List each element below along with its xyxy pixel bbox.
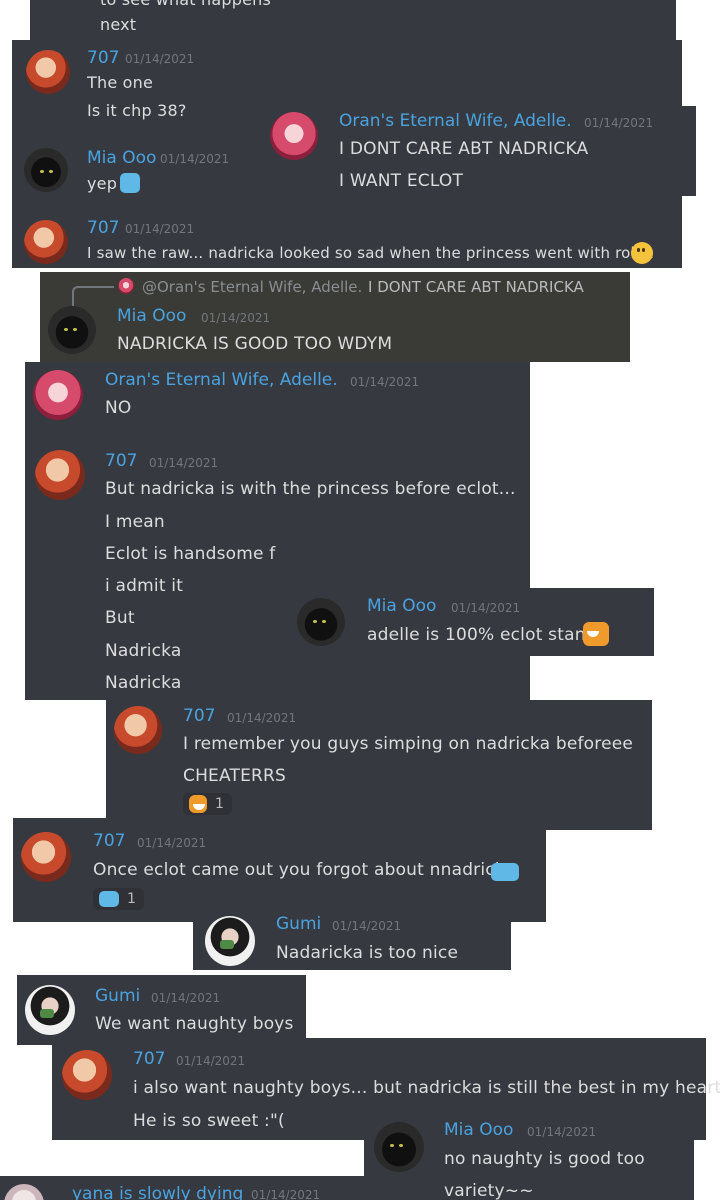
timestamp: 01/14/2021	[160, 152, 230, 166]
avatar[interactable]	[114, 706, 162, 754]
message-line: I mean	[105, 512, 165, 532]
avatar[interactable]	[24, 148, 68, 192]
timestamp: 01/14/2021	[151, 991, 221, 1005]
message-line: variety~~	[444, 1181, 534, 1201]
message-line: We want naughty boys	[95, 1014, 294, 1034]
avatar[interactable]	[62, 1050, 112, 1100]
timestamp: 01/14/2021	[332, 919, 402, 933]
username[interactable]: yana is slowly dying	[72, 1184, 243, 1200]
avatar[interactable]	[297, 598, 345, 646]
timestamp: 01/14/2021	[451, 601, 521, 615]
avatar[interactable]	[374, 1122, 424, 1172]
avatar[interactable]	[24, 220, 68, 264]
message-snippet-top: to see what happens next	[30, 0, 676, 40]
message-line: Once eclot came out you forgot about nna…	[93, 860, 516, 880]
reaction-count: 1	[127, 891, 136, 907]
message-line: i admit it	[105, 576, 184, 596]
message-snippet-adelle-dont-care: Oran's Eternal Wife, Adelle. 01/14/2021 …	[260, 106, 696, 196]
avatar[interactable]	[48, 306, 96, 354]
message-line: to see what happens	[100, 0, 271, 9]
message-line: next	[100, 15, 137, 34]
timestamp: 01/14/2021	[251, 1188, 321, 1200]
avatar[interactable]	[35, 450, 85, 500]
laughing-pepe-icon	[189, 795, 207, 813]
message-line: CHEATERRS	[183, 766, 287, 786]
reaction-pill[interactable]: 1	[93, 888, 144, 910]
message-snippet-gumi-nice: Gumi 01/14/2021 Nadaricka is too nice	[193, 910, 511, 970]
message-line: i also want naughty boys... but nadricka…	[133, 1078, 720, 1098]
message-line: Nadaricka is too nice	[276, 943, 459, 963]
avatar[interactable]	[4, 1184, 44, 1200]
username[interactable]: 707	[87, 48, 119, 68]
username[interactable]: Gumi	[276, 914, 321, 934]
timestamp: 01/14/2021	[176, 1054, 246, 1068]
avatar[interactable]	[26, 50, 70, 94]
slightly-frowning-face-icon	[631, 242, 653, 264]
timestamp: 01/14/2021	[125, 52, 195, 66]
reaction-count: 1	[215, 796, 224, 812]
avatar[interactable]	[33, 370, 83, 420]
message-line: I WANT ECLOT	[339, 171, 464, 191]
timestamp: 01/14/2021	[201, 311, 271, 325]
avatar[interactable]	[25, 985, 75, 1035]
message-line: I saw the raw... nadricka looked so sad …	[87, 244, 655, 262]
username[interactable]: Mia Ooo	[87, 148, 156, 168]
message-snippet-707-cheaters: 707 01/14/2021 I remember you guys simpi…	[106, 700, 652, 830]
message-line: NADRICKA IS GOOD TOO WDYM	[117, 334, 393, 354]
avatar[interactable]	[270, 112, 318, 160]
username[interactable]: 707	[87, 218, 119, 238]
blue-emote-icon	[99, 891, 119, 907]
message-line: Nadricka	[105, 673, 182, 693]
username[interactable]: 707	[93, 831, 125, 851]
timestamp: 01/14/2021	[584, 116, 654, 130]
message-line: Eclot is handsome f	[105, 544, 276, 564]
message-snippet-mia-stan: Mia Ooo 01/14/2021 adelle is 100% eclot …	[287, 588, 654, 656]
timestamp: 01/14/2021	[149, 456, 219, 470]
laughing-pepe-icon	[583, 622, 609, 646]
message-line: I DONT CARE ABT NADRICKA	[339, 139, 589, 159]
username[interactable]: Mia Ooo	[117, 306, 186, 326]
message-line: Is it chp 38?	[87, 101, 187, 120]
timestamp: 01/14/2021	[137, 836, 207, 850]
avatar[interactable]	[205, 916, 255, 966]
message-snippet-gumi-naughty: Gumi 01/14/2021 We want naughty boys	[17, 975, 306, 1045]
message-line: The one	[87, 73, 154, 92]
blue-emote-icon	[120, 173, 140, 193]
username[interactable]: Mia Ooo	[367, 596, 436, 616]
message-line: Nadricka	[105, 641, 182, 661]
message-snippet-reply: @Oran's Eternal Wife, Adelle. I DONT CAR…	[40, 272, 630, 362]
blue-emote-icon	[491, 863, 519, 881]
timestamp: 01/14/2021	[227, 711, 297, 725]
reply-avatar	[118, 278, 134, 294]
message-line: yep	[87, 174, 118, 193]
reply-mention[interactable]: @Oran's Eternal Wife, Adelle.	[142, 278, 362, 296]
avatar[interactable]	[21, 832, 71, 882]
timestamp: 01/14/2021	[350, 375, 420, 389]
message-line: adelle is 100% eclot stan	[367, 625, 586, 645]
username[interactable]: Oran's Eternal Wife, Adelle.	[339, 111, 572, 131]
username[interactable]: Gumi	[95, 986, 140, 1006]
message-line: He is so sweet :"(	[133, 1111, 285, 1131]
username[interactable]: 707	[183, 706, 215, 726]
username[interactable]: 707	[133, 1049, 165, 1069]
username[interactable]: Oran's Eternal Wife, Adelle.	[105, 370, 338, 390]
message-line: NO	[105, 398, 132, 418]
timestamp: 01/14/2021	[527, 1125, 597, 1139]
reply-connector	[72, 286, 114, 306]
reaction-pill[interactable]: 1	[183, 793, 232, 815]
message-line: But	[105, 608, 135, 628]
message-line: no naughty is good too	[444, 1149, 645, 1169]
reply-text[interactable]: I DONT CARE ABT NADRICKA	[368, 278, 584, 296]
username[interactable]: 707	[105, 451, 137, 471]
message-snippet-mia-variety: Mia Ooo 01/14/2021 no naughty is good to…	[364, 1114, 694, 1201]
message-snippet-707-forgot: 707 01/14/2021 Once eclot came out you f…	[13, 818, 546, 922]
timestamp: 01/14/2021	[125, 222, 195, 236]
username[interactable]: Mia Ooo	[444, 1120, 513, 1140]
message-line: But nadricka is with the princess before…	[105, 479, 516, 499]
message-snippet-yana: yana is slowly dying 01/14/2021	[0, 1176, 364, 1200]
message-line: I remember you guys simping on nadricka …	[183, 734, 634, 754]
